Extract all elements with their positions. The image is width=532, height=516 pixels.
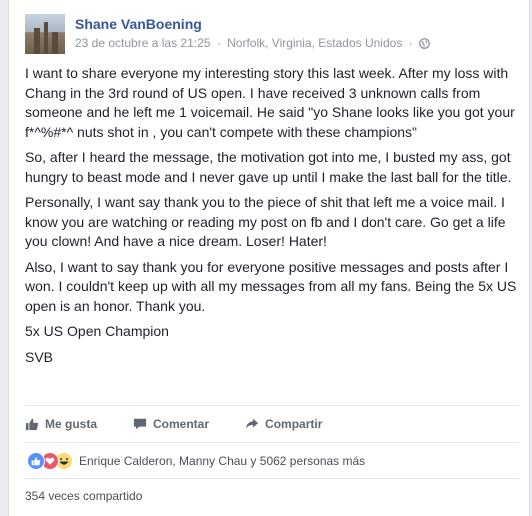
post-paragraph: Personally, I want say thank you to the … — [25, 194, 506, 249]
reactions-summary[interactable]: Enrique Calderon, Manny Chau y 5062 pers… — [27, 451, 365, 471]
comment-button[interactable]: Comentar — [133, 417, 209, 431]
share-button[interactable]: Compartir — [245, 417, 322, 431]
reaction-names[interactable]: Enrique Calderon, Manny Chau y 5062 pers… — [79, 454, 365, 468]
meta-separator: · — [408, 36, 413, 50]
meta-separator: · — [216, 36, 221, 50]
post-paragraph: So, after I heard the message, the motiv… — [25, 149, 512, 185]
comment-label: Comentar — [153, 417, 210, 431]
like-label: Me gusta — [45, 417, 98, 431]
post-paragraph: 5x US Open Champion — [25, 323, 169, 339]
post-paragraph: SVB — [25, 348, 54, 365]
post-card: Shane VanBoening 23 de octubre a las 21:… — [8, 0, 530, 516]
post-header: Shane VanBoening 23 de octubre a las 21:… — [25, 14, 505, 60]
action-bar: Me gusta Comentar Compartir — [25, 405, 519, 443]
thumbs-up-icon — [25, 418, 38, 431]
post-date[interactable]: 23 de octubre a las 21:25 — [75, 36, 210, 50]
post-paragraph: I want to share everyone my interesting … — [25, 65, 515, 140]
globe-icon[interactable] — [419, 38, 430, 49]
like-reaction-icon — [27, 452, 45, 470]
author-name[interactable]: Shane VanBoening — [75, 16, 202, 32]
comment-icon — [133, 418, 147, 430]
post-meta: 23 de octubre a las 21:25 · Norfolk, Vir… — [75, 36, 430, 50]
like-button[interactable]: Me gusta — [25, 417, 97, 431]
post-paragraph: Also, I want to say thank you for everyo… — [25, 258, 517, 314]
share-label: Compartir — [265, 417, 323, 431]
share-arrow-icon — [245, 418, 259, 429]
share-count[interactable]: 354 veces compartido — [25, 478, 519, 503]
post-location[interactable]: Norfolk, Virginia, Estados Unidos — [227, 36, 402, 50]
avatar[interactable] — [25, 14, 65, 54]
post-body: I want to share everyone my interesting … — [25, 64, 519, 373]
